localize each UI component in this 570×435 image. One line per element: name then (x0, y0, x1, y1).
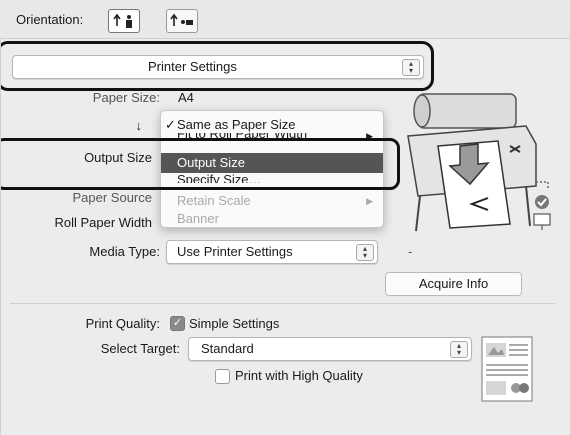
acquire-info-button[interactable]: Acquire Info (385, 272, 522, 296)
paper-size-label: Paper Size: (92, 90, 160, 105)
checkmark-icon: ✓ (165, 117, 176, 132)
select-target-value: Standard (201, 341, 254, 356)
printer-settings-callout (0, 41, 434, 91)
paper-size-value: A4 (178, 90, 194, 105)
simple-settings-checkbox[interactable]: ✓ (170, 316, 185, 331)
popup-stepper-icon: ▴ ▾ (450, 341, 468, 358)
menu-item-label: Retain Scale (177, 193, 251, 208)
submenu-arrow-icon: ▶ (366, 196, 373, 206)
menu-item-retain-scale: Retain Scale ▶ (161, 191, 383, 211)
select-target-label: Select Target: (100, 341, 180, 356)
select-target-popup[interactable]: Standard ▴ ▾ (188, 337, 472, 361)
menu-item-same-as-paper-size[interactable]: ✓ Same as Paper Size (161, 115, 383, 135)
high-quality-label: Print with High Quality (235, 368, 363, 383)
reduce-enlarge-arrow-icon: ↓ (135, 118, 143, 133)
popup-stepper-icon: ▴ ▾ (356, 244, 374, 261)
roll-paper-width-label: Roll Paper Width (54, 215, 152, 230)
menu-item-banner: Banner (161, 209, 383, 227)
media-type-label: Media Type: (89, 244, 160, 259)
simple-settings-label: Simple Settings (189, 316, 280, 331)
portrait-orientation-button[interactable] (108, 9, 140, 33)
landscape-orientation-button[interactable] (166, 9, 198, 33)
menu-item-label: Same as Paper Size (177, 117, 296, 132)
section-divider (10, 303, 555, 304)
document-preview-icon (481, 336, 533, 402)
portrait-person-icon (113, 13, 132, 28)
landscape-person-icon (170, 13, 193, 26)
output-size-callout (0, 138, 400, 190)
media-type-popup[interactable]: Use Printer Settings ▴ ▾ (166, 240, 378, 264)
check-status-icon (533, 195, 551, 230)
orientation-label: Orientation: (16, 12, 84, 27)
media-type-value: Use Printer Settings (177, 244, 293, 259)
menu-item-label: Banner (177, 211, 219, 226)
paper-source-label: Paper Source (72, 190, 153, 205)
panel-left-border (0, 38, 1, 435)
print-quality-label: Print Quality: (85, 316, 160, 331)
high-quality-checkbox[interactable] (215, 369, 230, 384)
media-type-extra: - (408, 244, 413, 259)
orientation-bar: Orientation: (0, 0, 570, 39)
checkmark-icon: ✓ (172, 317, 183, 329)
